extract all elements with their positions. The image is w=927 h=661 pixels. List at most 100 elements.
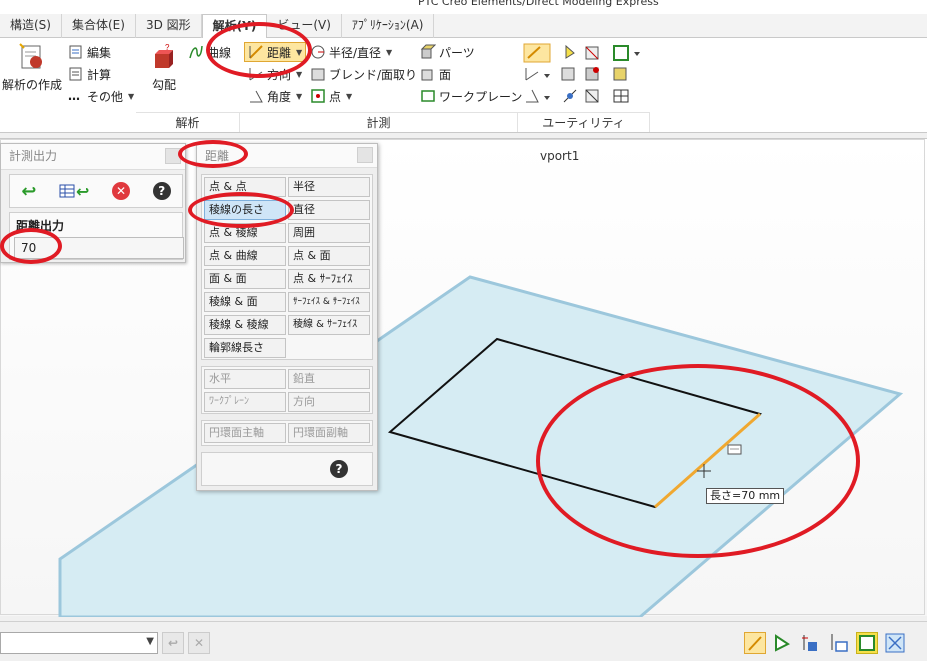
torus-minor-button[interactable]: 円環面副軸 — [288, 423, 370, 443]
status-axis-icon[interactable] — [800, 632, 822, 654]
perimeter-button[interactable]: 周囲 — [288, 223, 370, 243]
status-frame-icon[interactable] — [856, 632, 878, 654]
radius-button[interactable]: 半径 — [288, 177, 370, 197]
chevron-down-icon: ▼ — [128, 91, 135, 101]
direction-dir-button[interactable]: 方向 — [288, 392, 370, 412]
status-workplane-icon[interactable] — [828, 632, 850, 654]
blend-chamfer-button[interactable]: ブレンド/面取り — [310, 64, 417, 84]
status-distance-icon[interactable] — [744, 632, 766, 654]
gradient-label: 勾配 — [151, 78, 176, 92]
other-menu-button[interactable]: … その他 ▼ — [68, 86, 134, 106]
other-label: その他 — [87, 89, 124, 104]
create-analysis-button[interactable]: 解析の作成 — [0, 42, 64, 102]
point-face-button[interactable]: 点 & 面 — [288, 246, 370, 266]
point-icon — [310, 88, 326, 104]
point-button[interactable]: 点 ▼ — [310, 86, 352, 106]
face-label: 面 — [439, 67, 452, 82]
help-icon[interactable]: ? — [330, 460, 348, 478]
angle-util-icon[interactable] — [526, 89, 550, 103]
face-icon — [420, 66, 436, 82]
part-util-icon[interactable] — [585, 67, 599, 81]
direction-util-icon[interactable] — [525, 68, 550, 81]
cancel-icon[interactable]: ✕ — [112, 182, 131, 200]
frame-icon[interactable] — [613, 45, 629, 61]
torus-major-button[interactable]: 円環面主軸 — [204, 423, 286, 443]
distance-panel-header: 距離 — [197, 144, 377, 168]
transform-util-icon[interactable] — [585, 89, 599, 103]
curve-icon — [188, 44, 204, 60]
ribbon-group-measure: 計測 — [240, 112, 518, 132]
point-surface-button[interactable]: 点 & ｻｰﾌｪｲｽ — [288, 269, 370, 289]
status-snap-icon[interactable] — [772, 632, 794, 654]
direction-button[interactable]: 方向 ▼ — [248, 64, 302, 84]
edge-face-button[interactable]: 稜線 & 面 — [204, 292, 286, 312]
status-fit-icon[interactable] — [884, 632, 906, 654]
edit-label: 編集 — [87, 45, 112, 60]
radius-diameter-button[interactable]: 半径/直径 ▼ — [310, 42, 392, 62]
face-button[interactable]: 面 — [420, 64, 451, 84]
create-analysis-label: 解析の作成 — [1, 78, 62, 92]
face-face-button[interactable]: 面 & 面 — [204, 269, 286, 289]
workplane-dir-button[interactable]: ﾜｰｸﾌﾟﾚｰﾝ — [204, 392, 286, 412]
grid-util-icon[interactable] — [613, 89, 629, 103]
part-button[interactable]: パーツ — [420, 42, 475, 62]
window-title: PTC Creo Elements/Direct Modeling Expres… — [418, 0, 659, 8]
measure-output-header: 計測出力 — [1, 144, 185, 170]
workplane-button[interactable]: ワークプレーン — [420, 86, 522, 106]
tab-assembly[interactable]: 集合体(E) — [62, 14, 136, 38]
utility-distance-icon[interactable] — [523, 43, 551, 63]
curve-button[interactable]: 曲線 — [188, 42, 231, 62]
angle-icon — [248, 88, 264, 104]
point-edge-button[interactable]: 点 & 稜線 — [204, 223, 286, 243]
distance-output-section: 距離出力 70 — [9, 212, 184, 260]
tab-structure[interactable]: 構造(S) — [0, 14, 62, 38]
edge-length-button[interactable]: 稜線の長さ — [204, 200, 286, 220]
diameter-button[interactable]: 直径 — [288, 200, 370, 220]
distance-panel: 距離 点 & 点 半径 稜線の長さ 直径 点 & 稜線 周囲 点 & 曲線 点 … — [196, 143, 378, 491]
surface-surface-button[interactable]: ｻｰﾌｪｲｽ & ｻｰﾌｪｲｽ — [288, 292, 370, 312]
chevron-down-icon: ▼ — [296, 47, 303, 57]
command-combo[interactable]: ▼ — [0, 632, 158, 654]
tab-3d-shape[interactable]: 3D 図形 — [136, 14, 202, 38]
help-icon[interactable]: ? — [152, 182, 171, 200]
contour-length-button[interactable]: 輪郭線長さ — [204, 338, 286, 358]
vertical-button[interactable]: 鉛直 — [288, 369, 370, 389]
direction-options-group: 水平 鉛直 ﾜｰｸﾌﾟﾚｰﾝ 方向 — [201, 366, 373, 414]
calc-button[interactable]: 計算 — [68, 64, 111, 84]
snap-icon[interactable] — [585, 46, 599, 60]
chevron-down-icon: ▼ — [146, 636, 154, 647]
radius-label: 半径/直径 — [329, 45, 382, 60]
cancel-disabled-button[interactable]: ✕ — [188, 632, 210, 654]
calculator-icon — [68, 66, 84, 82]
horizontal-button[interactable]: 水平 — [204, 369, 286, 389]
panel-close-button[interactable] — [357, 147, 373, 163]
angle-button[interactable]: 角度 ▼ — [248, 86, 302, 106]
enter-disabled-button[interactable]: ↩ — [162, 632, 184, 654]
volume-util-icon[interactable] — [613, 67, 627, 81]
edit-button[interactable]: 編集 — [68, 42, 111, 62]
table-enter-icon[interactable]: ↩ — [59, 182, 89, 201]
panel-close-button[interactable] — [165, 148, 181, 164]
dropdown-chevron-icon[interactable] — [634, 52, 640, 56]
edge-surface-button[interactable]: 稜線 & ｻｰﾌｪｲｽ — [288, 315, 370, 335]
tab-application[interactable]: ｱﾌﾟﾘｹｰｼｮﾝ(A) — [342, 14, 435, 38]
calc-label: 計算 — [87, 67, 112, 82]
distance-output-field[interactable]: 70 — [14, 237, 184, 259]
tab-analysis[interactable]: 解析(Y) — [201, 14, 268, 39]
point-curve-button[interactable]: 点 & 曲線 — [204, 246, 286, 266]
edge-edge-button[interactable]: 稜線 & 稜線 — [204, 315, 286, 335]
point-point-button[interactable]: 点 & 点 — [204, 177, 286, 197]
svg-text:?: ? — [165, 44, 170, 52]
tab-view[interactable]: ビュー(V) — [267, 14, 342, 38]
gradient-button[interactable]: ? 勾配 — [144, 44, 184, 100]
workplane-label: ワークプレーン — [439, 89, 523, 104]
select-arrow-icon[interactable] — [565, 44, 575, 59]
axis-util-icon[interactable] — [563, 89, 577, 103]
direction-label: 方向 — [267, 67, 292, 82]
cursor-keyboard-icon — [727, 444, 742, 455]
title-bar: PTC Creo Elements/Direct Modeling Expres… — [0, 0, 927, 14]
distance-output-label: 距離出力 — [16, 219, 65, 233]
ok-enter-icon[interactable]: ↩ — [21, 181, 36, 202]
distance-button[interactable]: 距離 ▼ — [244, 42, 307, 62]
face-util-icon[interactable] — [561, 67, 575, 81]
